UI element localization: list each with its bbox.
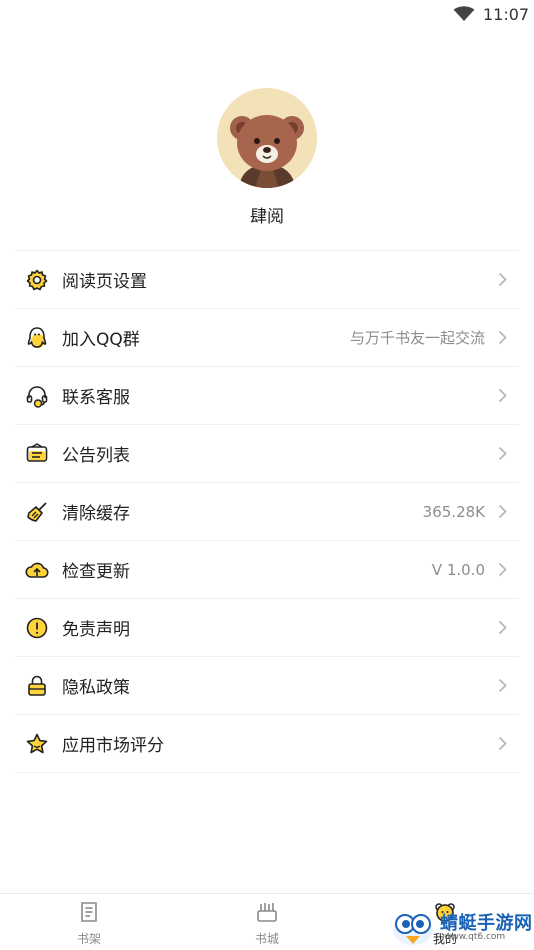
bear-avatar-icon — [217, 88, 317, 188]
menu-item-privacy-policy[interactable]: 隐私政策 — [15, 657, 519, 715]
menu-item-label: 联系客服 — [62, 388, 130, 408]
qq-penguin-icon — [25, 326, 49, 350]
menu-item-reading-settings[interactable]: 阅读页设置 — [15, 251, 519, 309]
status-bar: 11:07 — [0, 0, 534, 30]
chevron-right-icon — [498, 562, 507, 577]
menu-item-label: 检查更新 — [62, 562, 130, 582]
menu-item-label: 公告列表 — [62, 446, 130, 466]
wifi-icon — [453, 6, 475, 21]
chevron-right-icon — [498, 504, 507, 519]
chevron-right-icon — [498, 272, 507, 287]
dragonfly-mascot-icon — [393, 914, 433, 945]
chevron-right-icon — [498, 736, 507, 751]
avatar[interactable] — [217, 88, 317, 188]
chevron-right-icon — [498, 330, 507, 345]
tab-label: 书城 — [254, 932, 279, 946]
chevron-right-icon — [498, 620, 507, 635]
gear-icon — [25, 268, 49, 292]
star-icon — [25, 732, 49, 756]
profile-header: 肆阅 — [0, 88, 534, 227]
menu-item-label: 加入QQ群 — [62, 330, 140, 350]
bookstore-icon — [257, 903, 277, 922]
status-time: 11:07 — [483, 5, 530, 24]
menu-item-label: 应用市场评分 — [62, 736, 164, 756]
menu-item-rate-app[interactable]: 应用市场评分 — [15, 715, 519, 773]
chevron-right-icon — [498, 678, 507, 693]
menu-item-join-qq-group[interactable]: 加入QQ群 与万千书友一起交流 — [15, 309, 519, 367]
menu-item-label: 隐私政策 — [62, 678, 130, 698]
cloud-upload-icon — [25, 558, 49, 582]
menu-item-announcements[interactable]: 公告列表 — [15, 425, 519, 483]
menu-item-label: 清除缓存 — [62, 504, 130, 524]
user-nickname: 肆阅 — [250, 207, 284, 227]
chevron-right-icon — [498, 446, 507, 461]
menu-item-clear-cache[interactable]: 清除缓存 365.28K — [15, 483, 519, 541]
settings-menu: 阅读页设置 加入QQ群 与万千书友一起交流 联系客服 公告列表 清除缓存 365… — [15, 250, 519, 773]
menu-item-disclaimer[interactable]: 免责声明 — [15, 599, 519, 657]
menu-item-check-update[interactable]: 检查更新 V 1.0.0 — [15, 541, 519, 599]
watermark-logo: 蜻蜓手游网 www.qt6.com — [388, 904, 534, 949]
lock-icon — [25, 674, 49, 698]
tab-bookstore[interactable]: 书城 — [237, 900, 297, 947]
headset-icon — [25, 384, 49, 408]
menu-item-label: 免责声明 — [62, 620, 130, 640]
bookshelf-icon — [81, 902, 97, 922]
announcement-icon — [25, 442, 49, 466]
tab-label: 书架 — [76, 932, 101, 946]
menu-item-value: 与万千书友一起交流 — [349, 329, 485, 347]
broom-icon — [25, 500, 49, 524]
menu-item-contact-support[interactable]: 联系客服 — [15, 367, 519, 425]
menu-item-label: 阅读页设置 — [62, 272, 147, 292]
cache-size-value: 365.28K — [422, 502, 485, 521]
app-version-value: V 1.0.0 — [431, 560, 485, 579]
exclamation-circle-icon — [25, 616, 49, 640]
chevron-right-icon — [498, 388, 507, 403]
watermark-url: www.qt6.com — [444, 932, 506, 942]
tab-bookshelf[interactable]: 书架 — [59, 900, 119, 947]
